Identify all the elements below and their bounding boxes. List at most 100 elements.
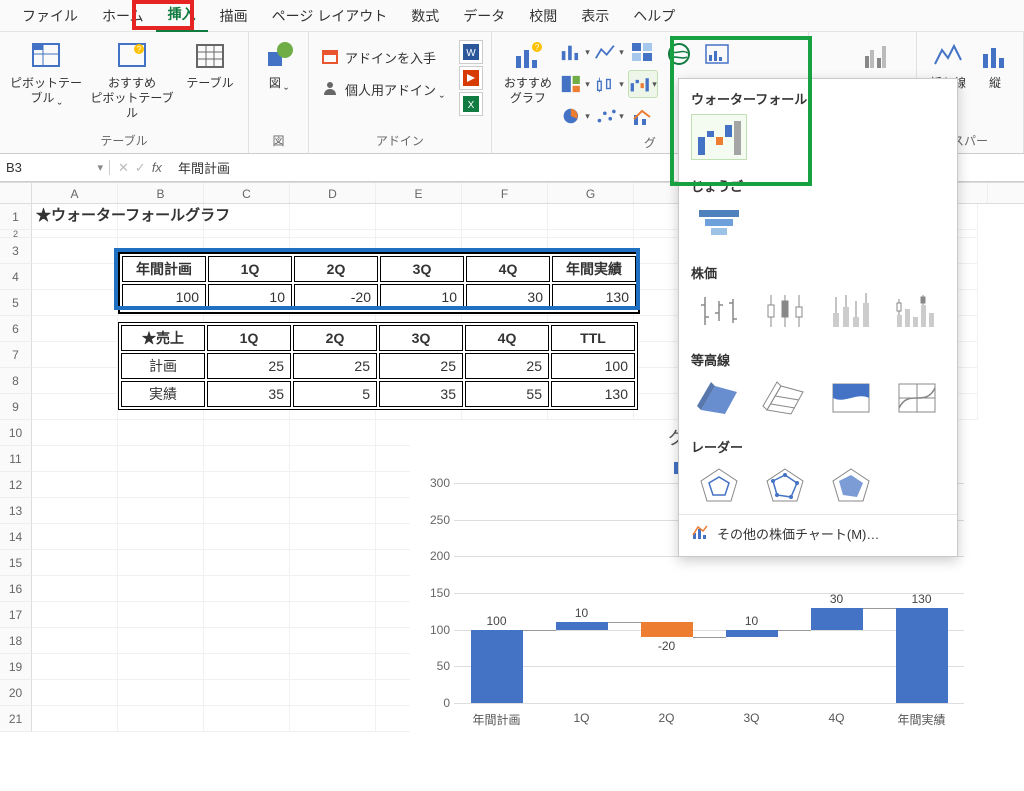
cell[interactable] xyxy=(204,602,290,628)
cell[interactable] xyxy=(204,472,290,498)
chart-waterfall-dropdown[interactable]: ▾ xyxy=(628,70,658,98)
cell[interactable] xyxy=(204,628,290,654)
cell[interactable] xyxy=(376,230,462,238)
t2-r0c0[interactable]: 25 xyxy=(207,353,291,379)
cell[interactable] xyxy=(32,394,118,420)
row-header-7[interactable]: 7 xyxy=(0,342,32,368)
cell[interactable] xyxy=(204,576,290,602)
t2-ch3[interactable]: 4Q xyxy=(465,325,549,351)
cell[interactable] xyxy=(290,602,376,628)
funnel-chart-option[interactable] xyxy=(691,201,747,247)
more-stock-charts-button[interactable]: その他の株価チャート(M)… xyxy=(679,514,957,552)
t2-r0c2[interactable]: 25 xyxy=(379,353,463,379)
menu-file[interactable]: ファイル xyxy=(10,0,90,32)
t2-ch2[interactable]: 3Q xyxy=(379,325,463,351)
radar-chart-option-1[interactable] xyxy=(691,462,747,508)
stock-chart-option-2[interactable] xyxy=(757,288,813,334)
cell[interactable] xyxy=(290,550,376,576)
menu-home[interactable]: ホーム xyxy=(90,0,156,32)
cell[interactable] xyxy=(118,524,204,550)
t2-rh1[interactable]: 実績 xyxy=(121,381,205,407)
cell[interactable] xyxy=(32,706,118,732)
name-box[interactable]: B3 ▾ xyxy=(0,160,110,175)
chart-line-dropdown[interactable]: ▾ xyxy=(594,38,624,66)
row-header-6[interactable]: 6 xyxy=(0,316,32,342)
cell[interactable] xyxy=(32,680,118,706)
cell[interactable] xyxy=(204,706,290,732)
cell[interactable] xyxy=(118,446,204,472)
cell[interactable] xyxy=(118,602,204,628)
cell[interactable] xyxy=(32,342,118,368)
cell[interactable] xyxy=(290,654,376,680)
row-header-11[interactable]: 11 xyxy=(0,446,32,472)
table-button[interactable]: テーブル xyxy=(178,36,242,95)
t1-v2[interactable]: -20 xyxy=(294,284,378,310)
cell[interactable] xyxy=(204,550,290,576)
formula-cancel-icon[interactable]: ✕ xyxy=(118,160,129,176)
formula-enter-icon[interactable]: ✓ xyxy=(135,160,146,176)
menu-view[interactable]: 表示 xyxy=(569,0,621,32)
cell[interactable] xyxy=(290,472,376,498)
t1-h1[interactable]: 1Q xyxy=(208,256,292,282)
cell[interactable] xyxy=(290,628,376,654)
chart-pivotchart-button[interactable] xyxy=(702,40,732,68)
cell[interactable] xyxy=(118,576,204,602)
cell[interactable] xyxy=(32,316,118,342)
row-header-12[interactable]: 12 xyxy=(0,472,32,498)
cell[interactable] xyxy=(32,498,118,524)
my-addins-button[interactable]: 個人用アドイン ˬ xyxy=(315,76,457,102)
t1-v4[interactable]: 30 xyxy=(466,284,550,310)
t2-ch4[interactable]: TTL xyxy=(551,325,635,351)
cell[interactable] xyxy=(32,230,118,238)
cell[interactable] xyxy=(290,576,376,602)
col-D[interactable]: D xyxy=(290,183,376,203)
cell[interactable] xyxy=(290,680,376,706)
cell[interactable] xyxy=(204,524,290,550)
t2-ch0[interactable]: 1Q xyxy=(207,325,291,351)
cell[interactable] xyxy=(290,204,376,230)
cell[interactable] xyxy=(32,368,118,394)
t2-r1c1[interactable]: 5 xyxy=(293,381,377,407)
t2-r1c0[interactable]: 35 xyxy=(207,381,291,407)
cell[interactable] xyxy=(118,706,204,732)
t2-ch1[interactable]: 2Q xyxy=(293,325,377,351)
chart-hierarchy-dropdown[interactable]: ▾ xyxy=(560,70,590,98)
mini-addin-2[interactable] xyxy=(459,66,483,90)
t1-v1[interactable]: 10 xyxy=(208,284,292,310)
surface-chart-option-1[interactable] xyxy=(691,375,747,421)
cell[interactable] xyxy=(32,654,118,680)
fx-icon[interactable]: fx xyxy=(152,160,162,176)
t1-v3[interactable]: 10 xyxy=(380,284,464,310)
col-E[interactable]: E xyxy=(376,183,462,203)
mini-addin-1[interactable]: W xyxy=(459,40,483,64)
select-all-corner[interactable] xyxy=(0,183,32,203)
cell[interactable] xyxy=(118,230,204,238)
cell[interactable] xyxy=(32,576,118,602)
row-header-8[interactable]: 8 xyxy=(0,368,32,394)
cell[interactable] xyxy=(204,230,290,238)
row-header-14[interactable]: 14 xyxy=(0,524,32,550)
cell[interactable] xyxy=(32,550,118,576)
cell[interactable] xyxy=(462,204,548,230)
cell[interactable] xyxy=(118,654,204,680)
col-G[interactable]: G xyxy=(548,183,634,203)
chart-column-dropdown[interactable]: ▾ xyxy=(560,38,590,66)
col-A[interactable]: A xyxy=(32,183,118,203)
row-header-17[interactable]: 17 xyxy=(0,602,32,628)
waterfall-chart-option[interactable] xyxy=(691,114,747,160)
cell[interactable] xyxy=(32,264,118,290)
ribbon-cluster-icon[interactable] xyxy=(845,36,910,80)
t2-corner[interactable]: ★売上 xyxy=(121,325,205,351)
cell[interactable] xyxy=(290,706,376,732)
cell[interactable] xyxy=(290,420,376,446)
surface-chart-option-2[interactable] xyxy=(757,375,813,421)
chart-statistical-dropdown[interactable]: ▾ xyxy=(594,70,624,98)
chart-globe-button[interactable] xyxy=(664,40,694,68)
row-header-20[interactable]: 20 xyxy=(0,680,32,706)
cell[interactable] xyxy=(32,446,118,472)
cell[interactable] xyxy=(32,602,118,628)
cell[interactable] xyxy=(118,550,204,576)
radar-chart-option-2[interactable] xyxy=(757,462,813,508)
cell[interactable] xyxy=(118,472,204,498)
row-header-13[interactable]: 13 xyxy=(0,498,32,524)
